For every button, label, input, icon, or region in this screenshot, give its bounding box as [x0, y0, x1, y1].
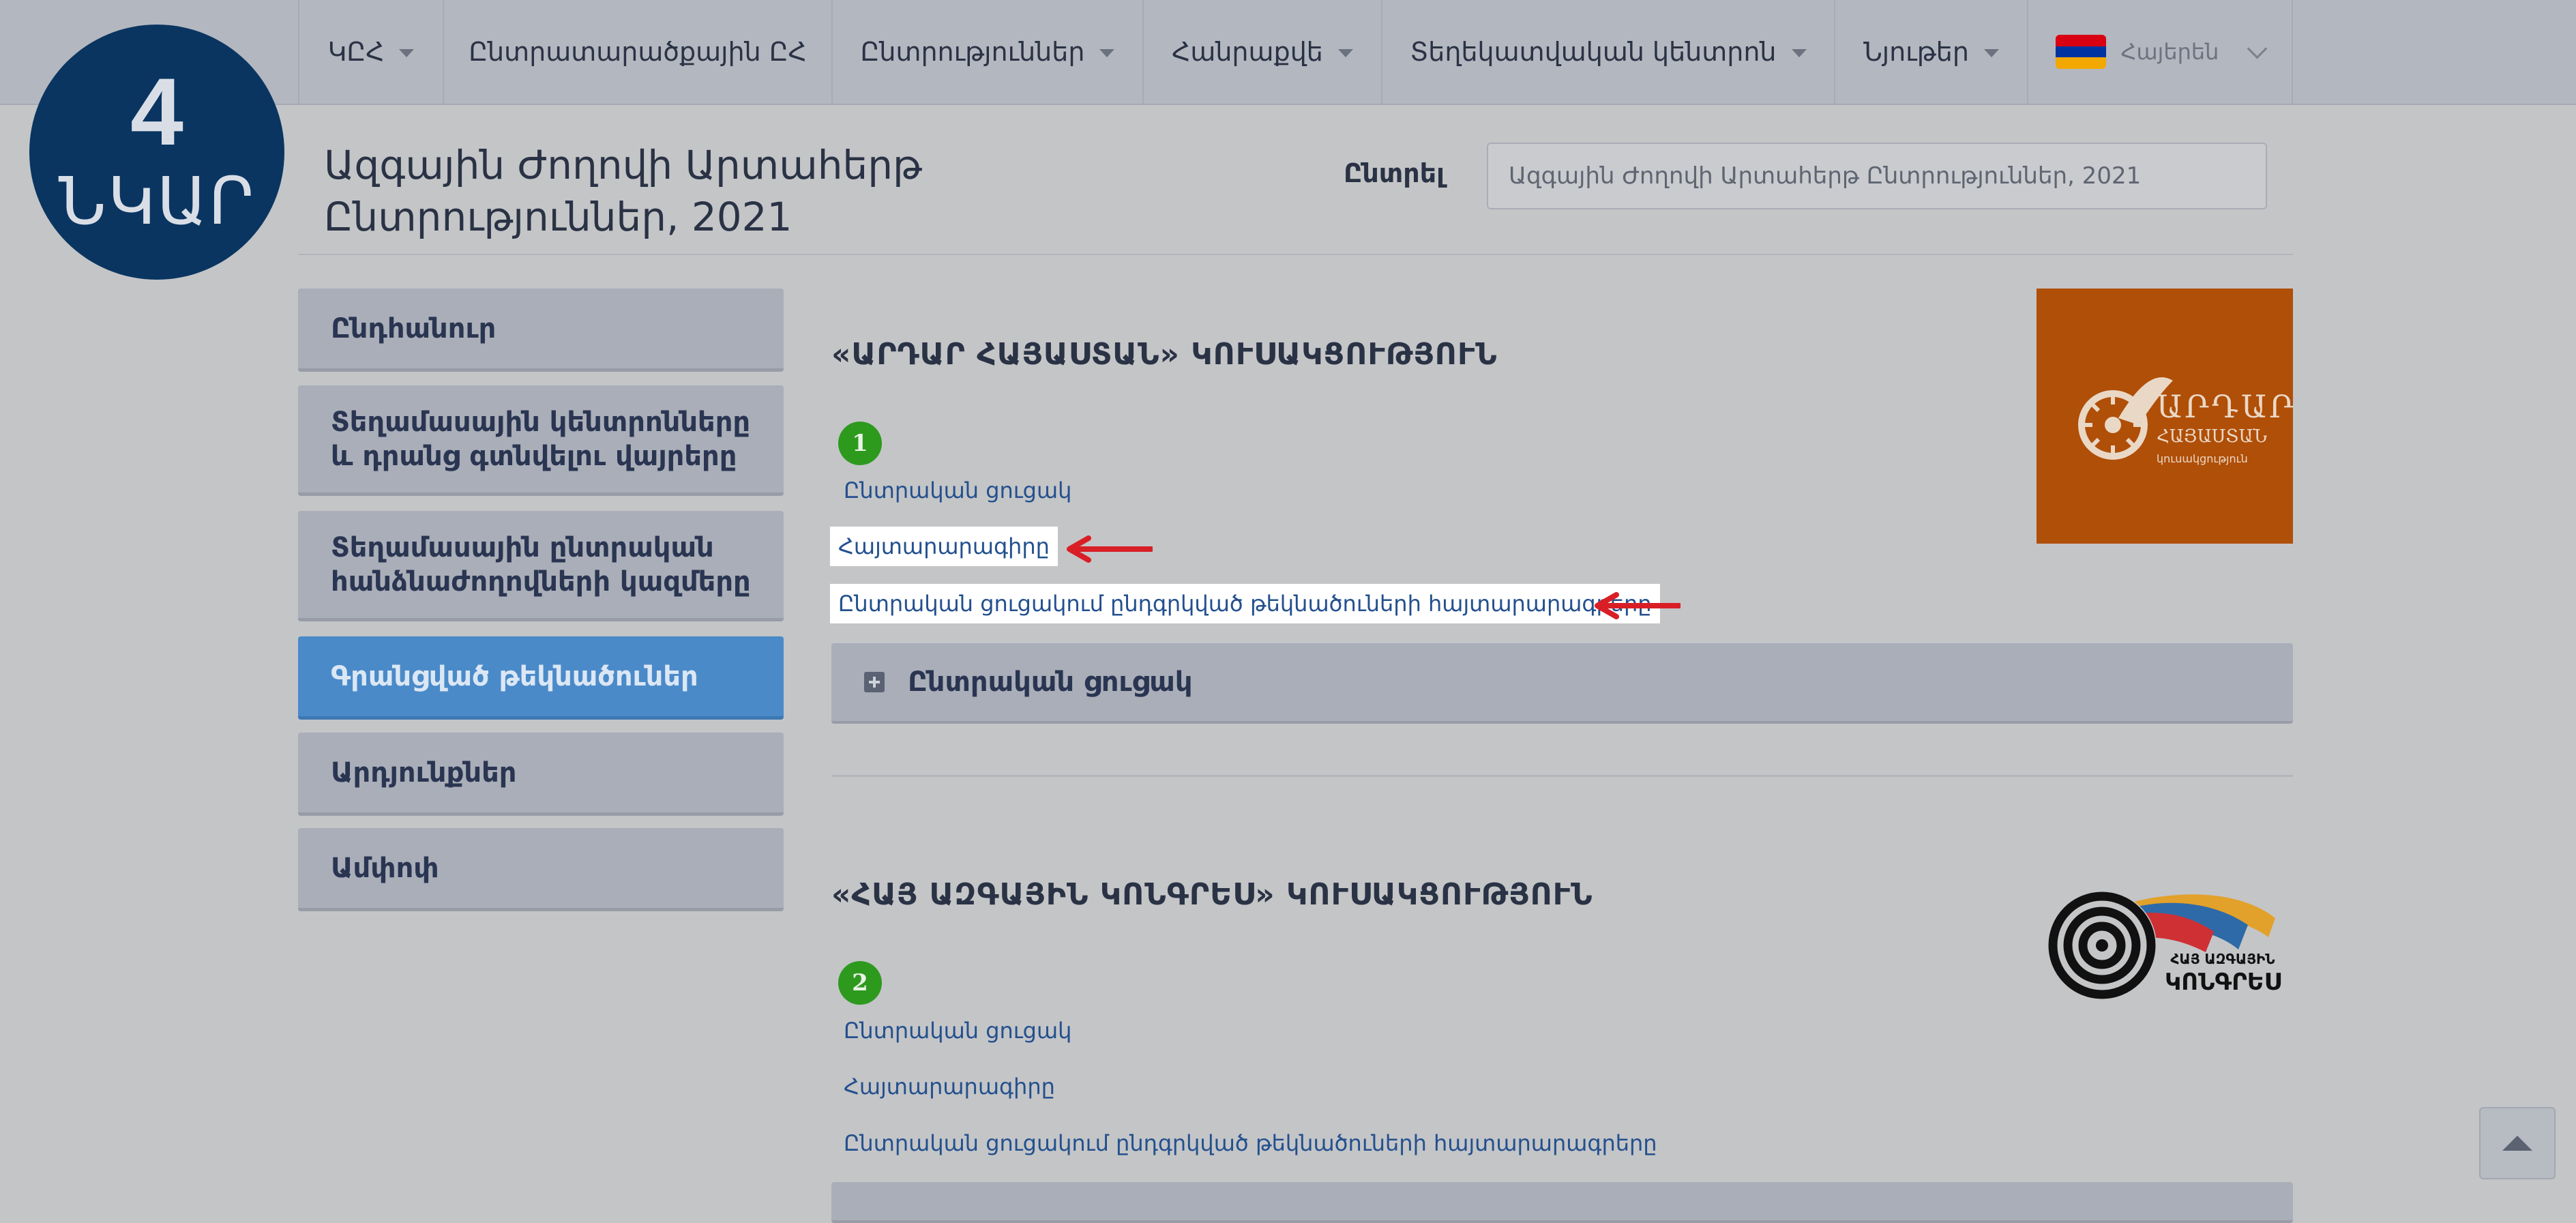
select-label: Ընտրել — [1344, 158, 1445, 188]
scroll-to-top-button[interactable] — [2479, 1107, 2556, 1179]
sidebar-item-results[interactable]: Արդյունքներ — [298, 733, 784, 816]
sidebar-item-precinct-commissions[interactable]: Տեղամասային ընտրական հանձնաժողովների կազ… — [298, 511, 784, 621]
armenian-flag-icon — [2055, 35, 2106, 69]
nav-item-label: Հանրաքվե — [1172, 37, 1323, 67]
party-logo: ՀԱՅ ԱԶԳԱՅԻՆ ԿՈՆԳՐԵՍ — [2043, 884, 2282, 1008]
sidebar-item-polling-centers[interactable]: Տեղամասային կենտրոնները և դրանց գտնվելու… — [298, 385, 784, 496]
logo-line-1: ՀԱՅ ԱԶԳԱՅԻՆ — [2170, 951, 2275, 967]
nav-item-materials[interactable]: Նյութեր — [1834, 0, 2027, 104]
party-logo: ԱՐԴԱՐ ՀԱՅԱՍՏԱՆ կուսակցություն — [2037, 289, 2296, 544]
declaration-link[interactable]: Հայտարարագիրը — [830, 527, 1058, 566]
party-title: «ՀԱՅ ԱԶԳԱՅԻՆ ԿՈՆԳՐԵՍ» ԿՈՒՍԱԿՑՈՒԹՅՈՒՆ — [831, 877, 1593, 912]
figure-word: ՆԿԱՐ — [58, 165, 256, 238]
sidebar-item-summary[interactable]: Ամփոփ — [298, 828, 784, 911]
party-title: «ԱՐԴԱՐ ՀԱՅԱՍՏԱՆ» ԿՈՒՍԱԿՑՈՒԹՅՈՒՆ — [831, 337, 1498, 372]
header-divider — [298, 254, 2293, 255]
top-navigation: ԿԸՀ Ընտրատարածքային ԸՀ Ընտրություններ Հա… — [0, 0, 2576, 105]
election-select[interactable]: Ազգային Ժողովի Արտահերթ Ընտրություններ, … — [1487, 143, 2267, 209]
nav-item-label: Ընտրատարածքային ԸՀ — [469, 37, 807, 67]
logo-line-2: ԿՈՆԳՐԵՍ — [2165, 969, 2281, 996]
caret-down-icon — [1099, 49, 1115, 57]
logo-line-1: ԱՐԴԱՐ — [2157, 388, 2296, 425]
caret-down-icon — [1983, 49, 1999, 57]
language-label: Հայերեն — [2120, 39, 2219, 65]
figure-badge: 4 ՆԿԱՐ — [29, 25, 284, 280]
nav-item-label: Ընտրություններ — [860, 37, 1085, 67]
accordion-label: Ընտրական ցուցակ — [908, 666, 1193, 698]
page-title: Ազգային Ժողովի Արտահերթ Ընտրություններ, … — [324, 142, 922, 240]
nav-item-cec[interactable]: ԿԸՀ — [298, 0, 443, 104]
party-number-badge: 1 — [838, 422, 882, 465]
nav-item-referendum[interactable]: Հանրաքվե — [1142, 0, 1381, 104]
sidebar-item-general[interactable]: Ընդհանուր — [298, 289, 784, 372]
party-number-badge: 2 — [838, 961, 882, 1005]
sidebar-item-registered-candidates[interactable]: Գրանցված թեկնածուներ — [298, 636, 784, 720]
section-divider — [831, 775, 2293, 777]
electoral-list-accordion[interactable] — [831, 1182, 2293, 1223]
nav-item-information-center[interactable]: Տեղեկատվական կենտրոն — [1381, 0, 1834, 104]
logo-line-2: ՀԱՅԱՍՏԱՆ — [2157, 426, 2268, 447]
electoral-list-link[interactable]: Ընտրական ցուցակ — [844, 477, 1071, 503]
nav-item-district-commissions[interactable]: Ընտրատարածքային ԸՀ — [443, 0, 831, 104]
declaration-link[interactable]: Հայտարարագիրը — [844, 1074, 1055, 1100]
logo-line-3: կուսակցություն — [2157, 452, 2248, 465]
caret-down-icon — [399, 49, 415, 57]
nav-item-label: Նյութեր — [1863, 37, 1969, 67]
annotation-arrow-icon — [1595, 592, 1681, 619]
caret-down-icon — [1337, 49, 1353, 57]
electoral-list-link[interactable]: Ընտրական ցուցակ — [844, 1018, 1071, 1044]
language-selector[interactable]: Հայերեն — [2027, 0, 2293, 104]
electoral-list-accordion[interactable]: Ընտրական ցուցակ — [831, 643, 2293, 724]
plus-icon — [864, 672, 885, 692]
figure-number: 4 — [130, 58, 183, 165]
annotation-arrow-icon — [1067, 535, 1153, 563]
nav-item-label: Տեղեկատվական կենտրոն — [1410, 37, 1777, 67]
candidates-declarations-link[interactable]: Ընտրական ցուցակում ընդգրկված թեկնածուներ… — [830, 584, 1660, 623]
candidates-declarations-link[interactable]: Ընտրական ցուցակում ընդգրկված թեկնածուներ… — [844, 1130, 1657, 1156]
nav-item-label: ԿԸՀ — [327, 37, 385, 67]
nav-menu: ԿԸՀ Ընտրատարածքային ԸՀ Ընտրություններ Հա… — [298, 0, 2293, 104]
nav-item-elections[interactable]: Ընտրություններ — [831, 0, 1142, 104]
chevron-down-icon — [2247, 38, 2268, 59]
caret-down-icon — [1791, 49, 1807, 57]
caret-up-icon — [2502, 1136, 2532, 1151]
